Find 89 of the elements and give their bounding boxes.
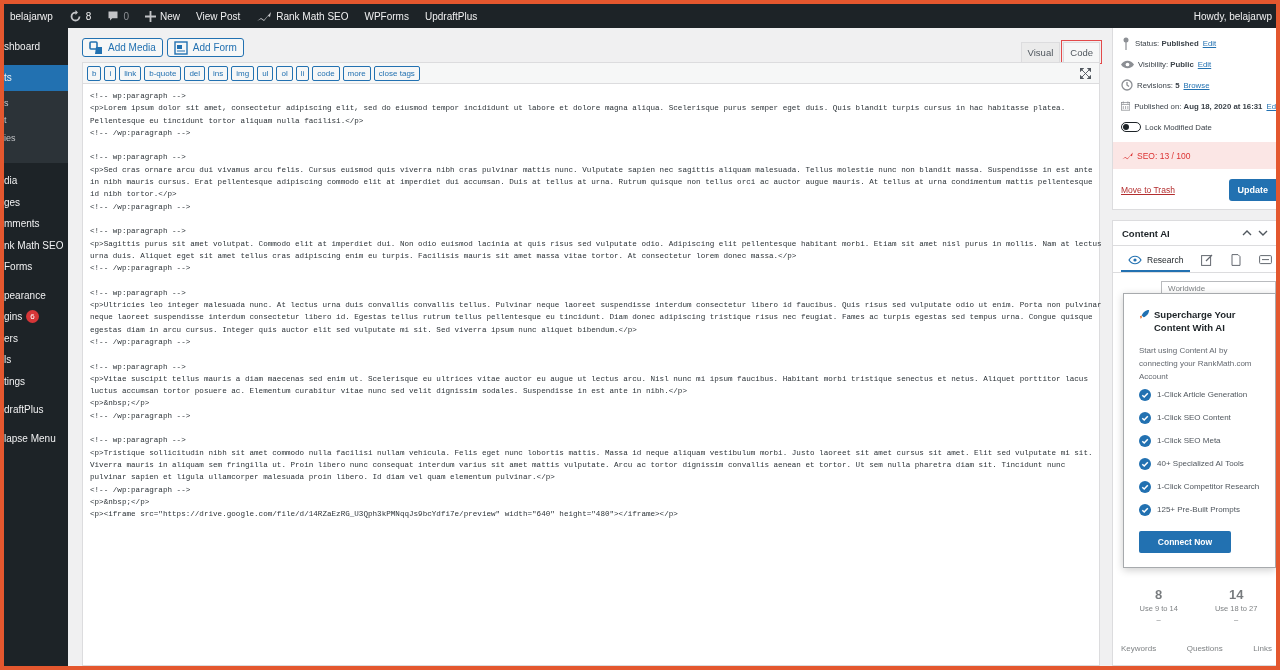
format-button[interactable]: del xyxy=(184,65,206,81)
chevron-down-icon[interactable] xyxy=(1258,230,1268,236)
feature-item: 1-Click SEO Content xyxy=(1157,412,1231,424)
update-button[interactable]: Update xyxy=(1229,179,1276,201)
sidebar-item[interactable]: lapse Menu xyxy=(4,427,68,449)
popup-description: Start using Content AI by connecting your RankMath.com Account xyxy=(1139,345,1253,383)
sidebar-item[interactable]: shboard xyxy=(4,36,68,58)
chevron-up-icon[interactable] xyxy=(1242,230,1252,236)
fullscreen-icon[interactable] xyxy=(1080,67,1091,79)
toggle-switch[interactable] xyxy=(1121,122,1141,132)
submenu-item[interactable]: ies xyxy=(4,129,68,147)
admin-bar-item[interactable]: 8 xyxy=(68,9,96,23)
format-button[interactable]: more xyxy=(342,65,371,81)
admin-bar-item[interactable]: belajarwp xyxy=(10,10,57,22)
check-icon xyxy=(1139,389,1151,401)
media-icon xyxy=(89,40,103,55)
panel-tab[interactable]: Research xyxy=(1121,250,1191,272)
eye-icon xyxy=(1121,59,1134,69)
sidebar-item[interactable]: draftPlus xyxy=(4,399,68,421)
sidebar-item[interactable]: dia xyxy=(4,170,68,192)
format-button[interactable]: ol xyxy=(276,65,293,81)
chart-icon xyxy=(1121,151,1134,160)
panel-tab[interactable]: Keywords xyxy=(1121,644,1157,653)
admin-bar-item[interactable]: New xyxy=(144,10,184,22)
format-button[interactable]: img xyxy=(231,65,255,81)
feature-item: 40+ Specialized AI Tools xyxy=(1157,458,1244,470)
sidebar-item[interactable]: ges xyxy=(4,191,68,213)
panel-title: Content AI xyxy=(1122,227,1170,239)
trash-link[interactable]: Move to Trash xyxy=(1121,185,1175,195)
seo-score: SEO: 13 / 100 xyxy=(1137,150,1191,161)
edit-icon xyxy=(1201,254,1214,266)
editor-tab[interactable]: Visual xyxy=(1020,42,1061,62)
sidebar-item[interactable]: nk Math SEO xyxy=(4,234,68,256)
sidebar-item[interactable]: Forms xyxy=(4,256,68,278)
plus-icon xyxy=(144,10,156,22)
feature-item: 1-Click SEO Meta xyxy=(1157,435,1221,447)
format-button[interactable]: b-quote xyxy=(144,65,182,81)
calendar-icon xyxy=(1121,100,1131,112)
refresh-icon xyxy=(68,9,82,23)
chat-icon xyxy=(1259,254,1273,266)
admin-bar-item[interactable]: Rank Math SEO xyxy=(256,10,353,22)
format-button[interactable]: ins xyxy=(208,65,229,81)
format-button[interactable]: link xyxy=(119,65,142,81)
popup-title: Supercharge Your Content With AI xyxy=(1154,308,1237,334)
sidebar-item[interactable]: tings xyxy=(4,370,68,392)
format-button[interactable]: ul xyxy=(257,65,274,81)
count-badge: 6 xyxy=(26,310,39,324)
admin-bar-item[interactable]: 0 xyxy=(107,10,133,22)
feature-item: 1-Click Article Generation xyxy=(1157,389,1248,401)
stat-value: 8 xyxy=(1155,587,1163,602)
feature-item: 1-Click Competitor Research xyxy=(1157,481,1260,493)
comment-icon xyxy=(107,10,120,22)
sidebar-item[interactable]: ls xyxy=(4,349,68,371)
connect-button[interactable]: Connect Now xyxy=(1139,531,1231,553)
admin-bar-item[interactable]: View Post xyxy=(195,10,245,22)
submenu-item[interactable]: t xyxy=(4,112,68,130)
form-icon xyxy=(173,40,188,55)
format-button[interactable]: i xyxy=(104,65,117,81)
sidebar-item[interactable]: pearance xyxy=(4,284,68,306)
check-icon xyxy=(1139,412,1151,424)
account-greeting[interactable]: Howdy, belajarwp xyxy=(1193,10,1276,22)
check-icon xyxy=(1139,458,1151,470)
format-button[interactable]: b xyxy=(87,65,102,81)
check-icon xyxy=(1139,504,1151,516)
check-icon xyxy=(1139,481,1151,493)
rocket-icon xyxy=(1139,309,1150,320)
check-icon xyxy=(1139,435,1151,447)
chart-icon xyxy=(256,10,273,22)
sidebar-item[interactable]: ts xyxy=(4,64,68,91)
history-icon xyxy=(1121,79,1133,91)
format-button[interactable]: li xyxy=(295,65,310,81)
stat-value: 14 xyxy=(1228,587,1244,602)
format-button[interactable]: close tags xyxy=(373,65,420,81)
sidebar-item[interactable]: ers xyxy=(4,327,68,349)
admin-bar-item[interactable]: WPForms xyxy=(364,10,413,22)
editor-tab[interactable]: Code xyxy=(1063,42,1100,62)
sidebar-item[interactable]: mments xyxy=(4,213,68,235)
media-button[interactable]: Add Form xyxy=(166,38,244,57)
format-button[interactable]: code xyxy=(312,65,340,81)
panel-tab[interactable]: Questions xyxy=(1186,644,1223,653)
submenu-item[interactable]: s xyxy=(4,94,68,112)
admin-bar-item[interactable]: UpdraftPlus xyxy=(424,10,482,22)
feature-item: 125+ Pre-Built Prompts xyxy=(1157,504,1240,516)
document-icon xyxy=(1231,254,1242,266)
sidebar-item[interactable]: gins 6 xyxy=(4,306,68,328)
panel-tab[interactable]: Links xyxy=(1253,644,1272,653)
eye-icon xyxy=(1128,255,1142,265)
pin-icon xyxy=(1121,36,1131,50)
media-button[interactable]: Add Media xyxy=(82,38,163,57)
